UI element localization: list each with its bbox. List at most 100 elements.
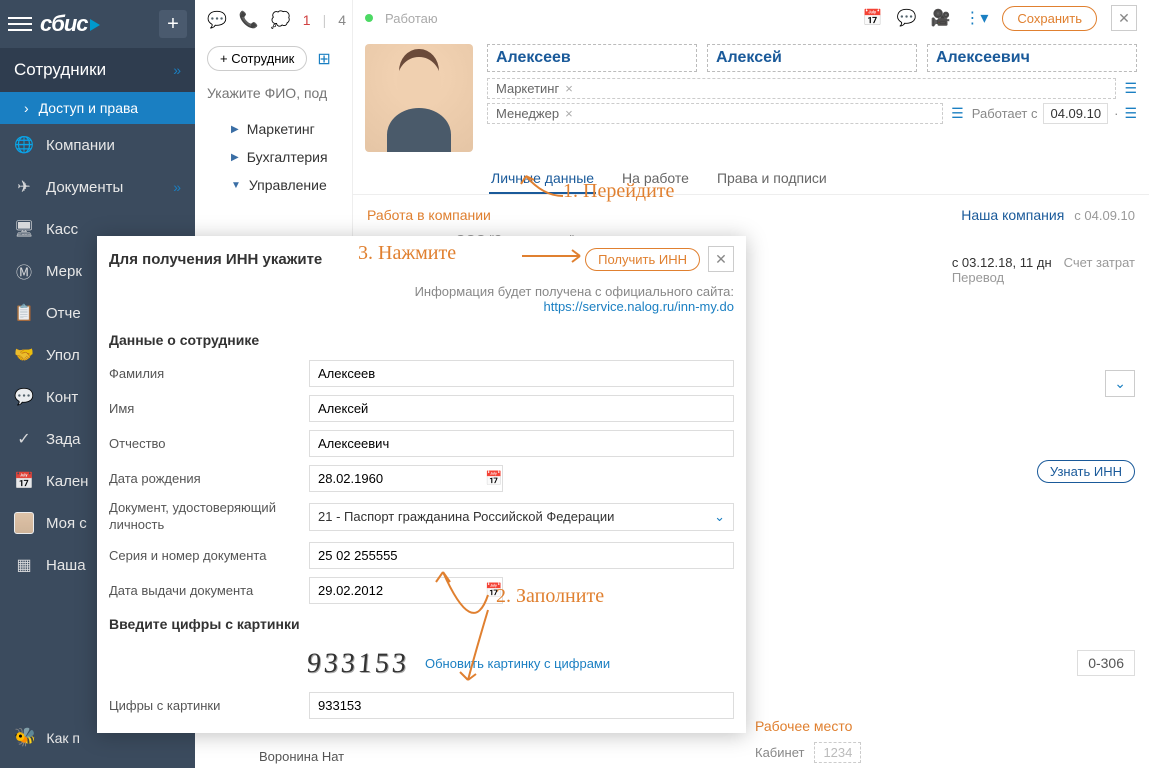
chevrons-icon: » bbox=[173, 179, 181, 195]
nav-companies[interactable]: 🌐Компании bbox=[0, 124, 195, 166]
chevron-down-icon: ⌄ bbox=[714, 509, 725, 525]
cabinet-label: Кабинет bbox=[755, 745, 804, 760]
divider: | bbox=[323, 12, 327, 28]
arrow-right-icon: ▶ bbox=[231, 152, 239, 163]
select-doctype[interactable]: 21 - Паспорт гражданина Российской Федер… bbox=[309, 503, 734, 531]
modal-title: Для получения ИНН укажите bbox=[109, 251, 322, 268]
company-name[interactable]: Наша компания bbox=[961, 207, 1064, 223]
plane-icon: ✈ bbox=[14, 177, 34, 197]
add-employee-button[interactable]: + Сотрудник bbox=[207, 46, 307, 71]
status-col: с 03.12.18, 11 дн Перевод bbox=[952, 255, 1052, 285]
works-from: Работает с 04.09.10 · ☰ bbox=[972, 103, 1137, 124]
globe-icon: 🌐 bbox=[14, 135, 34, 155]
arrow-right-icon: ▶ bbox=[231, 124, 239, 135]
save-button[interactable]: Сохранить bbox=[1002, 6, 1097, 31]
menu-burger[interactable] bbox=[8, 12, 32, 36]
input-lastname[interactable] bbox=[309, 360, 734, 387]
phone-icon[interactable]: 📞 bbox=[239, 10, 259, 30]
bee-icon: 🐝 bbox=[14, 727, 36, 748]
modal-section-employee: Данные о сотруднике bbox=[97, 324, 746, 356]
list-item-cut: Воронина Нат bbox=[259, 749, 344, 764]
select-chevron[interactable]: ⌄ bbox=[1105, 370, 1135, 397]
chat-icon: 💬 bbox=[14, 387, 34, 407]
clipboard-icon: 📋 bbox=[14, 303, 34, 323]
more-icon[interactable]: ⋮▾ bbox=[964, 8, 988, 28]
room-field[interactable]: 0-306 bbox=[1077, 650, 1135, 676]
emp-topbar: Работаю 📅 💬 🎥 ⋮▾ Сохранить ✕ bbox=[353, 0, 1149, 36]
input-dob[interactable] bbox=[309, 465, 503, 492]
list-icon[interactable]: ☰ bbox=[951, 105, 964, 122]
lastname-field[interactable]: Алексеев bbox=[487, 44, 697, 72]
works-date[interactable]: 04.09.10 bbox=[1043, 103, 1108, 124]
get-inn-button[interactable]: Получить ИНН bbox=[585, 248, 700, 271]
add-button[interactable]: + bbox=[159, 10, 187, 38]
modal-info: Информация будет получена с официального… bbox=[97, 282, 746, 324]
m-icon: Ⓜ bbox=[14, 261, 34, 281]
list-icon[interactable]: ☰ bbox=[1124, 105, 1137, 122]
grid-icon: ▦ bbox=[14, 555, 34, 575]
tag-remove-icon[interactable]: × bbox=[565, 81, 573, 96]
label-serial: Серия и номер документа bbox=[109, 548, 299, 563]
chat2-icon[interactable]: 💬 bbox=[897, 8, 917, 28]
check-icon: ✓ bbox=[14, 429, 34, 449]
status-dot-icon bbox=[365, 14, 373, 22]
register-icon: 🖥 bbox=[14, 219, 34, 239]
label-firstname: Имя bbox=[109, 401, 299, 416]
refresh-captcha-link[interactable]: Обновить картинку с цифрами bbox=[425, 656, 610, 671]
bubble2-icon[interactable]: 💭 bbox=[271, 10, 291, 30]
label-lastname: Фамилия bbox=[109, 366, 299, 381]
sidebar-sub-label: Доступ и права bbox=[39, 100, 138, 116]
modal-section-captcha: Введите цифры с картинки bbox=[97, 608, 746, 640]
emp-tabs: Личные данные На работе Права и подписи bbox=[353, 160, 1149, 195]
avatar-icon bbox=[14, 513, 34, 533]
know-inn-button[interactable]: Узнать ИНН bbox=[1037, 460, 1135, 483]
modal-info-link[interactable]: https://service.nalog.ru/inn-my.do bbox=[543, 299, 734, 314]
calendar2-icon[interactable]: 📅 bbox=[863, 8, 883, 28]
tag-remove-icon[interactable]: × bbox=[565, 106, 573, 121]
tab-rights[interactable]: Права и подписи bbox=[715, 164, 829, 194]
list-icon[interactable]: ☰ bbox=[1124, 80, 1137, 97]
employee-photo[interactable] bbox=[365, 44, 473, 152]
sidebar-header-label: Сотрудники bbox=[14, 60, 106, 80]
sidebar-top: сбис + bbox=[0, 0, 195, 48]
tab-personal[interactable]: Личные данные bbox=[489, 164, 596, 194]
video-icon[interactable]: 🎥 bbox=[930, 8, 950, 28]
sidebar-sub-access[interactable]: Доступ и права bbox=[0, 92, 195, 124]
role-tag[interactable]: Менеджер× bbox=[487, 103, 943, 124]
dept-tag[interactable]: Маркетинг× bbox=[487, 78, 1116, 99]
arrow-down-icon: ▼ bbox=[231, 180, 241, 191]
modal-close-button[interactable]: ✕ bbox=[708, 246, 734, 272]
company-row: Работа в компании Наша компанияс 04.09.1… bbox=[353, 195, 1149, 227]
label-patronymic: Отчество bbox=[109, 436, 299, 451]
cabinet-input[interactable]: 1234 bbox=[814, 742, 861, 763]
cost-label: Счет затрат bbox=[1064, 255, 1135, 285]
chat-bubble-icon[interactable]: 💬 bbox=[207, 10, 227, 30]
company-date: с 04.09.10 bbox=[1074, 208, 1135, 223]
input-serial[interactable] bbox=[309, 542, 734, 569]
emp-fields: Алексеев Алексей Алексеевич Маркетинг× ☰… bbox=[487, 44, 1137, 152]
sidebar-section-employees[interactable]: Сотрудники » bbox=[0, 48, 195, 92]
input-captcha[interactable] bbox=[309, 692, 734, 719]
emp-top-actions: 📅 💬 🎥 ⋮▾ Сохранить ✕ bbox=[863, 5, 1137, 31]
patronymic-field[interactable]: Алексеевич bbox=[927, 44, 1137, 72]
label-issued: Дата выдачи документа bbox=[109, 583, 299, 598]
captcha-area: 933153 Обновить картинку с цифрами bbox=[97, 640, 746, 688]
plus-icon[interactable]: ⊞ bbox=[317, 49, 330, 69]
tab-atwork[interactable]: На работе bbox=[620, 164, 691, 194]
inn-modal: Для получения ИНН укажите Получить ИНН ✕… bbox=[97, 236, 746, 733]
captcha-image: 933153 bbox=[306, 648, 411, 680]
input-patronymic[interactable] bbox=[309, 430, 734, 457]
nav-documents[interactable]: ✈Документы» bbox=[0, 166, 195, 208]
input-issued[interactable] bbox=[309, 577, 503, 604]
handshake-icon: 🤝 bbox=[14, 345, 34, 365]
calendar-icon: 📅 bbox=[14, 471, 34, 491]
chevrons-icon: » bbox=[173, 62, 181, 78]
dots: · bbox=[1114, 106, 1118, 121]
firstname-field[interactable]: Алексей bbox=[707, 44, 917, 72]
know-inn-wrap: Узнать ИНН bbox=[1037, 460, 1135, 483]
input-firstname[interactable] bbox=[309, 395, 734, 422]
count-grey: 4 bbox=[338, 12, 346, 28]
modal-info-text: Информация будет получена с официального… bbox=[109, 284, 734, 299]
close-panel-button[interactable]: ✕ bbox=[1111, 5, 1137, 31]
count-red: 1 bbox=[303, 12, 311, 28]
